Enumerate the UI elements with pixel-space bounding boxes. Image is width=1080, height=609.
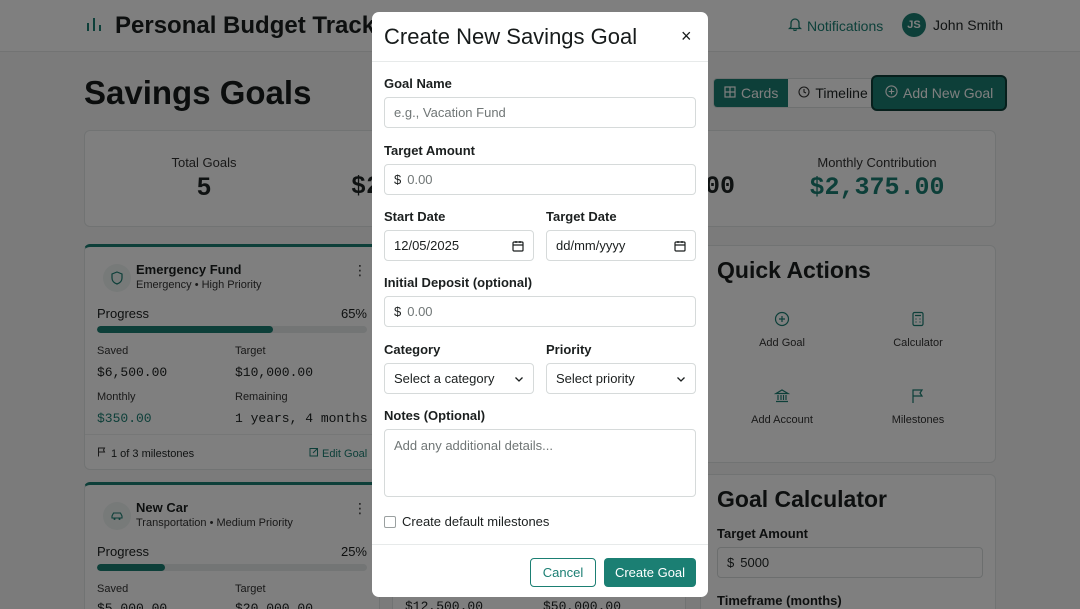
calendar-icon[interactable]: [512, 240, 524, 252]
priority-select[interactable]: Select priority: [546, 363, 696, 394]
target-date-input[interactable]: dd/mm/yyyy: [546, 230, 696, 261]
checkbox[interactable]: [384, 515, 396, 528]
goal-name-label: Goal Name: [384, 76, 452, 91]
create-goal-button[interactable]: Create Goal: [604, 558, 696, 587]
target-amount-placeholder: 0.00: [407, 172, 433, 187]
modal-title: Create New Savings Goal: [384, 24, 638, 49]
default-milestones-checkbox[interactable]: Create default milestones: [384, 514, 549, 529]
start-date-input[interactable]: 12/05/2025: [384, 230, 534, 261]
initial-deposit-placeholder: 0.00: [407, 304, 433, 319]
cancel-button[interactable]: Cancel: [530, 558, 596, 587]
category-select[interactable]: Select a category: [384, 363, 534, 394]
modal-header: Create New Savings Goal ×: [372, 12, 708, 62]
notes-label: Notes (Optional): [384, 408, 486, 423]
target-amount-label: Target Amount: [384, 143, 475, 158]
category-value: Select a category: [394, 371, 495, 386]
notes-placeholder: Add any additional details...: [394, 438, 553, 453]
currency-symbol: $: [394, 172, 402, 187]
currency-symbol: $: [394, 304, 402, 319]
modal-footer: Cancel Create Goal: [372, 544, 708, 597]
create-goal-modal: Create New Savings Goal × Goal Name e.g.…: [372, 12, 708, 597]
checkbox-label: Create default milestones: [402, 514, 550, 529]
start-date-label: Start Date: [384, 209, 446, 224]
start-date-value: 12/05/2025: [394, 238, 460, 253]
chevron-down-icon: [514, 374, 524, 384]
goal-name-input[interactable]: e.g., Vacation Fund: [384, 97, 696, 128]
chevron-down-icon: [676, 374, 686, 384]
target-date-placeholder: dd/mm/yyyy: [556, 238, 626, 253]
target-date-label: Target Date: [546, 209, 617, 224]
category-label: Category: [384, 342, 441, 357]
goal-name-placeholder: e.g., Vacation Fund: [394, 105, 506, 120]
initial-deposit-input[interactable]: $ 0.00: [384, 296, 696, 327]
initial-deposit-label: Initial Deposit (optional): [384, 275, 533, 290]
close-icon[interactable]: ×: [681, 26, 692, 47]
target-amount-input[interactable]: $ 0.00: [384, 164, 696, 195]
priority-label: Priority: [546, 342, 592, 357]
calendar-icon[interactable]: [674, 240, 686, 252]
notes-textarea[interactable]: Add any additional details...: [384, 429, 696, 497]
priority-value: Select priority: [556, 371, 635, 386]
